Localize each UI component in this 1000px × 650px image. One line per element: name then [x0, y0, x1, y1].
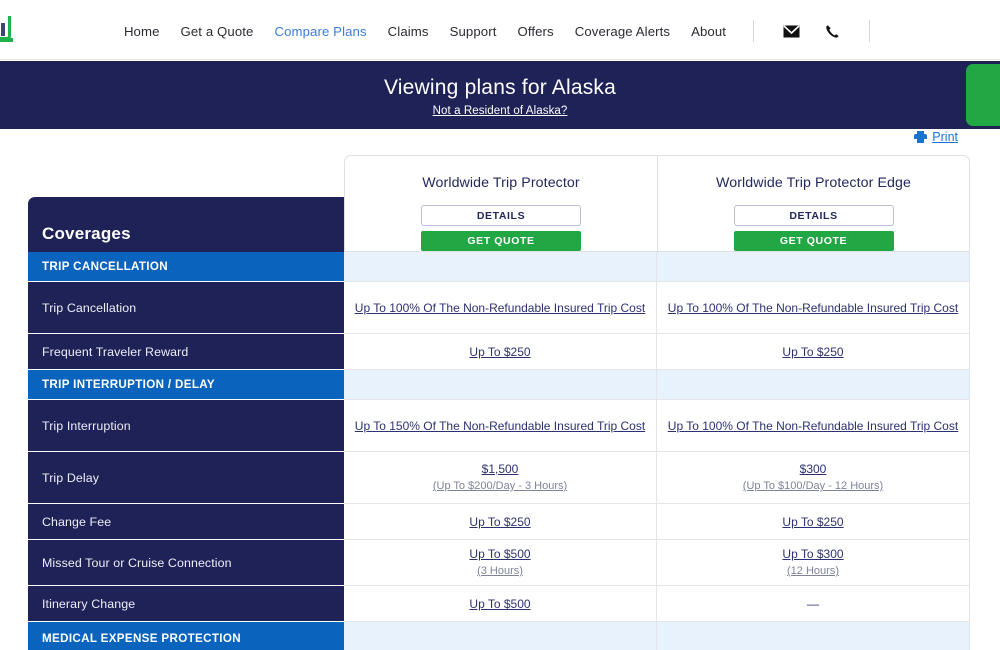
coverage-label-cell[interactable]: Change Fee [28, 504, 344, 540]
table-row: Trip Interruption Up To 150% Of The Non-R… [28, 400, 970, 452]
value-primary[interactable]: $1,500 [482, 462, 519, 476]
coverages-header: Coverages [28, 197, 344, 252]
value-primary[interactable]: Up To 100% Of The Non-Refundable Insured… [355, 301, 645, 315]
value-secondary[interactable]: (Up To $200/Day - 3 Hours) [433, 479, 567, 493]
value-primary[interactable]: Up To 100% Of The Non-Refundable Insured… [668, 419, 958, 433]
coverage-label-cell[interactable]: Missed Tour or Cruise Connection [28, 540, 344, 586]
nav-links: Home Get a Quote Compare Plans Claims Su… [124, 0, 876, 46]
value-cell: Up To $250 [344, 334, 657, 370]
print-row: Print [0, 130, 1000, 152]
coverage-label-cell[interactable]: Itinerary Change [28, 586, 344, 622]
value-cell: Up To 100% Of The Non-Refundable Insured… [657, 282, 970, 334]
row-label: Itinerary Change [42, 596, 136, 611]
top-navigation: Home Get a Quote Compare Plans Claims Su… [0, 0, 1000, 60]
value-cell: Up To $250 [657, 334, 970, 370]
value-cell [344, 370, 657, 400]
row-label: TRIP INTERRUPTION / DELAY [42, 378, 216, 391]
coverage-label-cell[interactable]: Trip Interruption [28, 400, 344, 452]
value-cell: — [657, 586, 970, 622]
value-empty-dash: — [807, 596, 819, 611]
nav-item-about[interactable]: About [691, 24, 726, 39]
value-cell: Up To $500 (3 Hours) [344, 540, 657, 586]
category-label-cell[interactable]: TRIP CANCELLATION [28, 252, 344, 282]
nav-item-get-a-quote[interactable]: Get a Quote [181, 24, 254, 39]
print-button[interactable]: Print [914, 130, 958, 144]
value-cell: Up To $250 [344, 504, 657, 540]
state-banner: Viewing plans for Alaska Not a Resident … [0, 61, 1000, 129]
brand-logo-icon[interactable] [0, 14, 16, 50]
value-cell: Up To $250 [657, 504, 970, 540]
value-cell [657, 370, 970, 400]
table-body: Coverages TRIP CANCELLATION Trip Cancella… [28, 197, 970, 650]
phone-icon[interactable] [822, 21, 842, 41]
coverage-label-cell[interactable]: Trip Delay [28, 452, 344, 504]
value-primary[interactable]: Up To $500 [469, 597, 530, 611]
coverage-label-cell[interactable]: Trip Cancellation [28, 282, 344, 334]
category-label-cell[interactable]: TRIP INTERRUPTION / DELAY [28, 370, 344, 400]
table-category-row: TRIP INTERRUPTION / DELAY [28, 370, 970, 400]
plan-name: Worldwide Trip Protector Edge [715, 175, 912, 191]
value-primary[interactable]: Up To 100% Of The Non-Refundable Insured… [668, 301, 958, 315]
value-cell: Up To $300 (12 Hours) [657, 540, 970, 586]
row-label: Frequent Traveler Reward [42, 344, 189, 359]
table-row: Missed Tour or Cruise Connection Up To $5… [28, 540, 970, 586]
table-row: Change Fee Up To $250 Up To $250 [28, 504, 970, 540]
row-label: Trip Cancellation [42, 300, 137, 315]
nav-divider [753, 20, 755, 42]
value-secondary[interactable]: (Up To $100/Day - 12 Hours) [743, 479, 883, 493]
row-label: Change Fee [42, 514, 112, 529]
table-category-row: MEDICAL EXPENSE PROTECTION [28, 622, 970, 650]
nav-item-support[interactable]: Support [450, 24, 497, 39]
value-cell: Up To $500 [344, 586, 657, 622]
table-row: Frequent Traveler Reward Up To $250 Up To … [28, 334, 970, 370]
side-feedback-tab[interactable] [966, 64, 1000, 126]
row-label: TRIP CANCELLATION [42, 260, 168, 273]
banner-title: Viewing plans for Alaska [383, 75, 617, 99]
value-primary[interactable]: Up To 150% Of The Non-Refundable Insured… [355, 419, 645, 433]
printer-icon [914, 131, 928, 143]
nav-item-coverage-alerts[interactable]: Coverage Alerts [575, 24, 670, 39]
table-row: Trip Cancellation Up To 100% Of The Non-R… [28, 282, 970, 334]
value-cell: $1,500 (Up To $200/Day - 3 Hours) [344, 452, 657, 504]
value-cell: $300 (Up To $100/Day - 12 Hours) [657, 452, 970, 504]
value-primary[interactable]: Up To $250 [469, 345, 530, 359]
value-primary[interactable]: Up To $250 [782, 515, 843, 529]
coverage-label-cell[interactable]: Frequent Traveler Reward [28, 334, 344, 370]
row-label: MEDICAL EXPENSE PROTECTION [42, 632, 241, 645]
row-label: Missed Tour or Cruise Connection [42, 555, 232, 570]
row-label: Trip Interruption [42, 418, 131, 433]
page-root: Home Get a Quote Compare Plans Claims Su… [0, 0, 1000, 650]
category-label-cell[interactable]: MEDICAL EXPENSE PROTECTION [28, 622, 344, 650]
nav-item-compare-plans[interactable]: Compare Plans [274, 24, 366, 39]
value-primary[interactable]: Up To $250 [469, 515, 530, 529]
value-cell [344, 252, 657, 282]
table-category-row: TRIP CANCELLATION [28, 252, 970, 282]
value-cell [344, 622, 657, 650]
value-secondary[interactable]: (3 Hours) [477, 564, 523, 578]
value-secondary[interactable]: (12 Hours) [787, 564, 839, 578]
value-primary[interactable]: $300 [800, 462, 827, 476]
coverages-header-label: Coverages [42, 224, 131, 243]
value-cell: Up To 150% Of The Non-Refundable Insured… [344, 400, 657, 452]
table-row: Trip Delay $1,500 (Up To $200/Day - 3 Hour… [28, 452, 970, 504]
nav-item-offers[interactable]: Offers [517, 24, 553, 39]
nav-divider-end [869, 20, 871, 42]
envelope-icon[interactable] [781, 21, 801, 41]
value-primary[interactable]: Up To $500 [469, 547, 530, 561]
table-row: Itinerary Change Up To $500 — [28, 586, 970, 622]
value-cell: Up To 100% Of The Non-Refundable Insured… [344, 282, 657, 334]
value-primary[interactable]: Up To $250 [782, 345, 843, 359]
value-primary[interactable]: Up To $300 [782, 547, 843, 561]
print-label: Print [932, 130, 958, 144]
value-cell [657, 622, 970, 650]
row-label: Trip Delay [42, 470, 99, 485]
nav-item-claims[interactable]: Claims [388, 24, 429, 39]
value-cell [657, 252, 970, 282]
plan-name: Worldwide Trip Protector [422, 175, 580, 191]
value-cell: Up To 100% Of The Non-Refundable Insured… [657, 400, 970, 452]
plan-comparison-table: Worldwide Trip Protector DETAILS GET QUO… [28, 155, 970, 650]
nav-item-home[interactable]: Home [124, 24, 160, 39]
not-a-resident-link[interactable]: Not a Resident of Alaska? [433, 105, 568, 117]
